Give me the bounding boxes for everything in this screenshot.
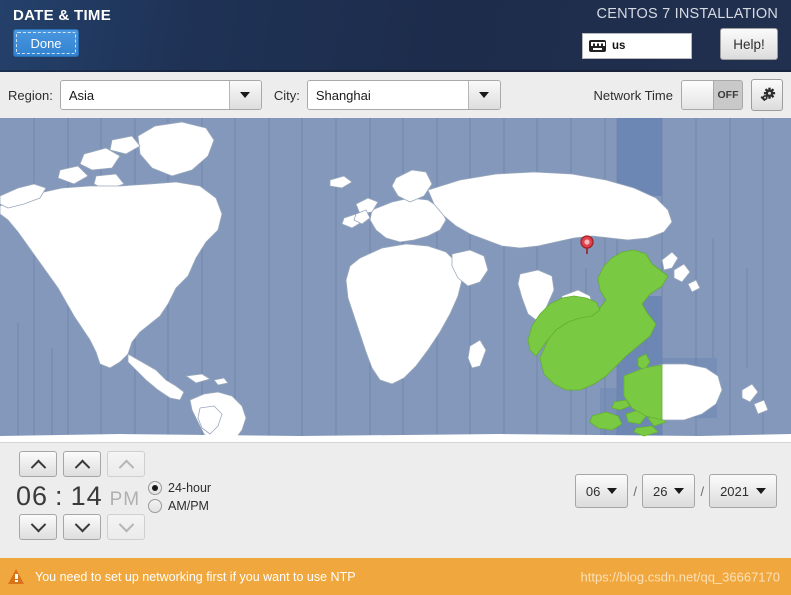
ampm-increment-button (107, 451, 145, 477)
chevron-down-icon (756, 488, 766, 494)
done-button-label: Done (30, 35, 62, 51)
day-dropdown[interactable]: 26 (641, 474, 696, 508)
chevron-down-icon (479, 92, 490, 98)
installation-title: CENTOS 7 INSTALLATION (596, 6, 778, 22)
region-dropdown[interactable]: Asia (59, 80, 262, 110)
help-button[interactable]: Help! (720, 28, 778, 60)
installer-header: DATE & TIME Done CENTOS 7 INSTALLATION u… (0, 0, 791, 72)
month-dropdown[interactable]: 06 (574, 474, 629, 508)
time-format-radio-group: 24-hour AM/PM (148, 481, 211, 517)
datetime-controls-panel: 06 : 14 PM 24-hour AM/PM 06 / 26 / 2021 (0, 442, 791, 540)
time-hours: 06 (16, 481, 49, 511)
world-timezone-map[interactable] (0, 118, 791, 442)
warning-exclamation (15, 574, 19, 583)
date-selectors: 06 / 26 / 2021 (574, 474, 777, 508)
city-dropdown-arrow[interactable] (467, 81, 500, 109)
radio-ampm-indicator (148, 499, 162, 513)
time-ampm: PM (109, 489, 141, 510)
keyboard-icon (589, 40, 606, 52)
done-button[interactable]: Done (13, 29, 79, 57)
chevron-down-icon (118, 516, 134, 532)
city-dropdown[interactable]: Shanghai (306, 80, 501, 110)
chevron-up-icon (74, 459, 90, 475)
time-separator: : (55, 481, 64, 511)
watermark-url: https://blog.csdn.net/qq_36667170 (580, 569, 781, 584)
page-title: DATE & TIME (13, 7, 112, 24)
radio-selected-dot (152, 485, 158, 491)
time-display: 06 : 14 PM (16, 481, 140, 512)
network-time-toggle[interactable]: OFF (681, 80, 743, 110)
gear-icon (760, 87, 775, 101)
city-value: Shanghai (307, 81, 468, 109)
day-value: 26 (652, 483, 668, 499)
city-label: City: (273, 87, 300, 103)
warning-message: You need to set up networking first if y… (35, 569, 356, 584)
radio-24-hour-label: 24-hour (168, 481, 212, 495)
chevron-down-icon (607, 488, 618, 494)
hour-increment-button[interactable] (19, 451, 57, 477)
month-value: 06 (585, 483, 601, 499)
warning-bar: You need to set up networking first if y… (0, 558, 791, 595)
region-value: Asia (60, 81, 229, 109)
ampm-decrement-button (107, 514, 145, 540)
keyboard-layout-code: us (612, 40, 626, 52)
radio-24-hour-indicator (148, 481, 162, 495)
region-label: Region: (8, 87, 53, 103)
year-value: 2021 (720, 483, 749, 499)
radio-ampm[interactable]: AM/PM (148, 499, 211, 513)
chevron-down-icon (30, 516, 46, 532)
map-svg (0, 118, 791, 442)
help-button-label: Help! (733, 36, 765, 52)
chevron-down-icon (674, 488, 685, 494)
date-separator: / (700, 483, 705, 499)
network-time-config-button[interactable] (751, 79, 783, 111)
hour-decrement-button[interactable] (19, 514, 57, 540)
time-minutes: 14 (70, 481, 103, 511)
date-separator: / (633, 483, 637, 499)
minute-increment-button[interactable] (63, 451, 101, 477)
network-time-state: OFF (717, 89, 739, 101)
radio-ampm-label: AM/PM (168, 499, 209, 513)
toggle-knob (682, 81, 714, 109)
warning-triangle-icon (8, 569, 25, 584)
minute-decrement-button[interactable] (63, 514, 101, 540)
keyboard-layout-indicator[interactable]: us (582, 33, 692, 59)
timezone-toolbar: Region: Asia City: Shanghai Network Time… (0, 72, 791, 118)
chevron-down-icon (240, 92, 251, 98)
year-dropdown[interactable]: 2021 (709, 474, 777, 508)
chevron-up-icon (30, 459, 46, 475)
network-time-label: Network Time (593, 87, 673, 103)
radio-24-hour[interactable]: 24-hour (148, 481, 211, 495)
chevron-up-icon (118, 459, 134, 475)
region-dropdown-arrow[interactable] (228, 81, 261, 109)
chevron-down-icon (74, 516, 90, 532)
